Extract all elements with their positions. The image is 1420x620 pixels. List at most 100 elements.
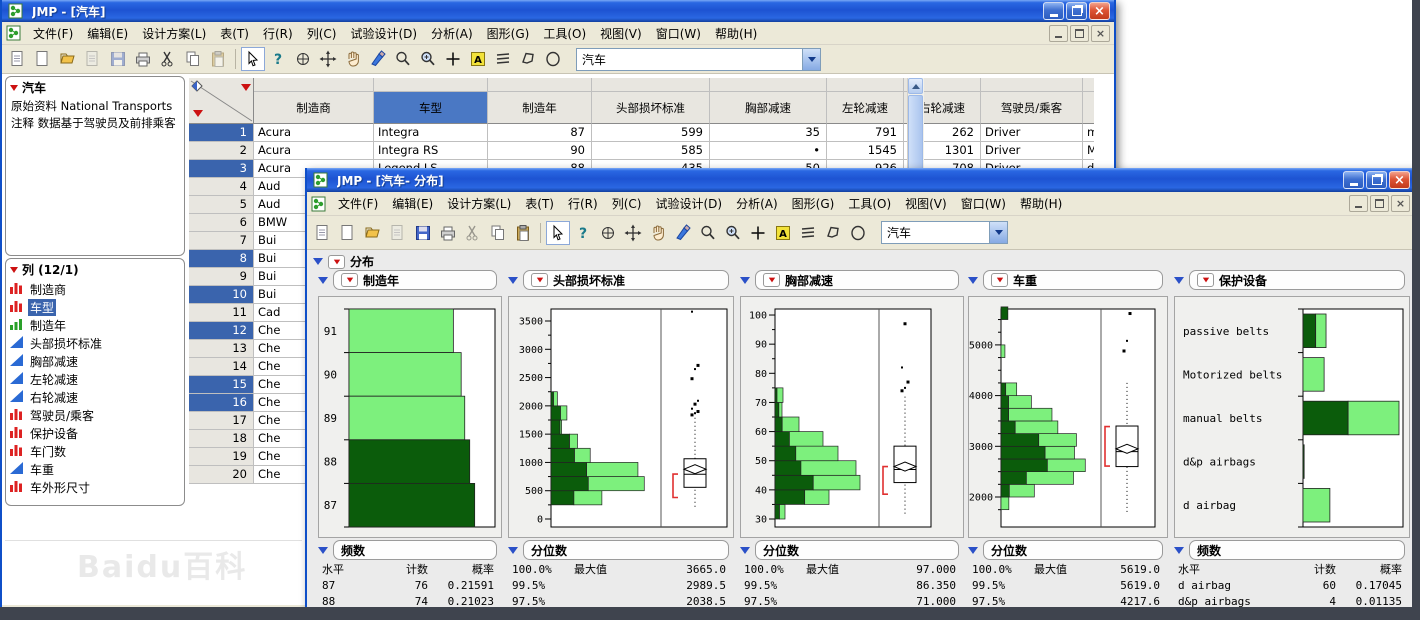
menu-item-4[interactable]: 行(R) bbox=[561, 193, 605, 214]
close-button[interactable]: × bbox=[1389, 171, 1410, 189]
chart-svg-1[interactable]: 0500100015002000250030003500 bbox=[509, 297, 733, 537]
cell[interactable]: Acura bbox=[254, 124, 374, 142]
disclosure-icon[interactable] bbox=[968, 547, 978, 554]
hand-tool-icon[interactable] bbox=[341, 47, 365, 71]
new-table-icon[interactable] bbox=[336, 221, 360, 245]
menu-item-11[interactable]: 窗口(W) bbox=[649, 23, 708, 44]
annotate-tool-icon[interactable]: A bbox=[771, 221, 795, 245]
row-number[interactable]: 3 bbox=[189, 160, 254, 178]
column-list-item-11[interactable]: 车外形尺寸 bbox=[6, 478, 184, 496]
report-menu-icon[interactable] bbox=[328, 255, 345, 269]
restore-button[interactable] bbox=[1066, 2, 1087, 20]
paste-icon[interactable] bbox=[511, 221, 535, 245]
selection-tool-icon[interactable] bbox=[596, 221, 620, 245]
open-icon[interactable] bbox=[56, 47, 80, 71]
table-menu-icon[interactable] bbox=[10, 85, 18, 91]
cell[interactable]: Driver bbox=[981, 142, 1083, 160]
mdi-close-button[interactable]: × bbox=[1391, 195, 1410, 212]
cell[interactable]: manual bel bbox=[1083, 124, 1094, 142]
table-row[interactable]: 1AcuraIntegra8759935791262Drivermanual b… bbox=[189, 124, 1094, 142]
row-number[interactable]: 4 bbox=[189, 178, 254, 196]
chart-3[interactable]: 2000300040005000 bbox=[968, 296, 1168, 538]
column-list-item-3[interactable]: 头部损坏标准 bbox=[6, 334, 184, 352]
column-header-0[interactable]: 制造商 bbox=[254, 92, 374, 124]
menu-item-10[interactable]: 视图(V) bbox=[593, 23, 649, 44]
menu-item-7[interactable]: 分析(A) bbox=[729, 193, 785, 214]
disclosure-icon[interactable] bbox=[508, 547, 518, 554]
new-journal-icon[interactable] bbox=[6, 47, 30, 71]
columns-menu-icon[interactable] bbox=[10, 267, 18, 273]
column-header-5[interactable]: 左轮减速 bbox=[827, 92, 904, 124]
magnifier-tool-icon[interactable] bbox=[391, 47, 415, 71]
menu-item-5[interactable]: 列(C) bbox=[300, 23, 344, 44]
cell[interactable]: 87 bbox=[488, 124, 592, 142]
paste-icon[interactable] bbox=[206, 47, 230, 71]
panel-menu-icon[interactable] bbox=[1197, 273, 1214, 287]
script-icon[interactable] bbox=[81, 47, 105, 71]
disclosure-icon[interactable] bbox=[740, 547, 750, 554]
disclosure-icon[interactable] bbox=[740, 277, 750, 284]
menu-item-4[interactable]: 行(R) bbox=[256, 23, 300, 44]
brush-tool-icon[interactable] bbox=[671, 221, 695, 245]
new-journal-icon[interactable] bbox=[311, 221, 335, 245]
mdi-minimize-button[interactable] bbox=[1049, 25, 1068, 42]
copy-icon[interactable] bbox=[181, 47, 205, 71]
row-number[interactable]: 14 bbox=[189, 358, 254, 376]
cell[interactable]: 35 bbox=[710, 124, 827, 142]
print-icon[interactable] bbox=[131, 47, 155, 71]
disclosure-icon[interactable] bbox=[508, 277, 518, 284]
help-tool-icon[interactable]: ? bbox=[266, 47, 290, 71]
menu-item-0[interactable]: 文件(F) bbox=[331, 193, 385, 214]
new-table-icon[interactable] bbox=[31, 47, 55, 71]
oval-tool-icon[interactable] bbox=[846, 221, 870, 245]
title-bar[interactable]: JMP - [汽车] × bbox=[2, 0, 1114, 22]
menu-item-6[interactable]: 试验设计(D) bbox=[648, 193, 729, 214]
chart-svg-4[interactable]: passive beltsMotorized beltsmanual belts… bbox=[1175, 297, 1409, 537]
open-icon[interactable] bbox=[361, 221, 385, 245]
hand-tool-icon[interactable] bbox=[646, 221, 670, 245]
column-header-7[interactable]: 驾驶员/乘客 bbox=[981, 92, 1083, 124]
chart-0[interactable]: 9190898887 bbox=[318, 296, 502, 538]
table-row[interactable]: 2AcuraIntegra RS90585•15451301DriverMoto… bbox=[189, 142, 1094, 160]
panel-menu-icon[interactable] bbox=[531, 273, 548, 287]
menu-item-1[interactable]: 编辑(E) bbox=[385, 193, 440, 214]
menu-item-8[interactable]: 图形(G) bbox=[480, 23, 537, 44]
lasso-tool-icon[interactable] bbox=[516, 47, 540, 71]
menu-item-3[interactable]: 表(T) bbox=[518, 193, 561, 214]
panel-header-1[interactable]: 头部损坏标准 bbox=[523, 270, 729, 290]
menu-item-9[interactable]: 工具(O) bbox=[536, 23, 593, 44]
menu-item-6[interactable]: 试验设计(D) bbox=[343, 23, 424, 44]
row-number[interactable]: 16 bbox=[189, 394, 254, 412]
chart-svg-2[interactable]: 30405060708090100 bbox=[741, 297, 963, 537]
oval-tool-icon[interactable] bbox=[541, 47, 565, 71]
scroll-up-button[interactable] bbox=[908, 78, 923, 94]
column-list-item-0[interactable]: 制造商 bbox=[6, 280, 184, 298]
column-header-2[interactable]: 制造年 bbox=[488, 92, 592, 124]
mdi-close-button[interactable]: × bbox=[1091, 25, 1110, 42]
close-button[interactable]: × bbox=[1089, 2, 1110, 20]
title-bar[interactable]: JMP - [汽车- 分布] × bbox=[307, 168, 1414, 192]
save-icon[interactable] bbox=[411, 221, 435, 245]
combo-dropdown-button[interactable] bbox=[802, 49, 820, 70]
cell[interactable]: • bbox=[710, 142, 827, 160]
row-number[interactable]: 20 bbox=[189, 466, 254, 484]
row-number[interactable]: 15 bbox=[189, 376, 254, 394]
cell[interactable]: Integra bbox=[374, 124, 488, 142]
panel-header-0[interactable]: 制造年 bbox=[333, 270, 497, 290]
menu-item-8[interactable]: 图形(G) bbox=[785, 193, 842, 214]
menu-item-10[interactable]: 视图(V) bbox=[898, 193, 954, 214]
mdi-minimize-button[interactable] bbox=[1349, 195, 1368, 212]
stat-header-1[interactable]: 分位数 bbox=[523, 540, 729, 560]
row-number[interactable]: 13 bbox=[189, 340, 254, 358]
combo-dropdown-button[interactable] bbox=[989, 222, 1007, 243]
stat-header-4[interactable]: 频数 bbox=[1189, 540, 1405, 560]
save-icon[interactable] bbox=[106, 47, 130, 71]
row-number[interactable]: 9 bbox=[189, 268, 254, 286]
chart-1[interactable]: 0500100015002000250030003500 bbox=[508, 296, 734, 538]
cell[interactable]: Integra RS bbox=[374, 142, 488, 160]
row-number[interactable]: 11 bbox=[189, 304, 254, 322]
column-list-item-9[interactable]: 车门数 bbox=[6, 442, 184, 460]
data-table-combo[interactable]: 汽车 bbox=[576, 48, 821, 71]
disclosure-icon[interactable] bbox=[968, 277, 978, 284]
help-tool-icon[interactable]: ? bbox=[571, 221, 595, 245]
